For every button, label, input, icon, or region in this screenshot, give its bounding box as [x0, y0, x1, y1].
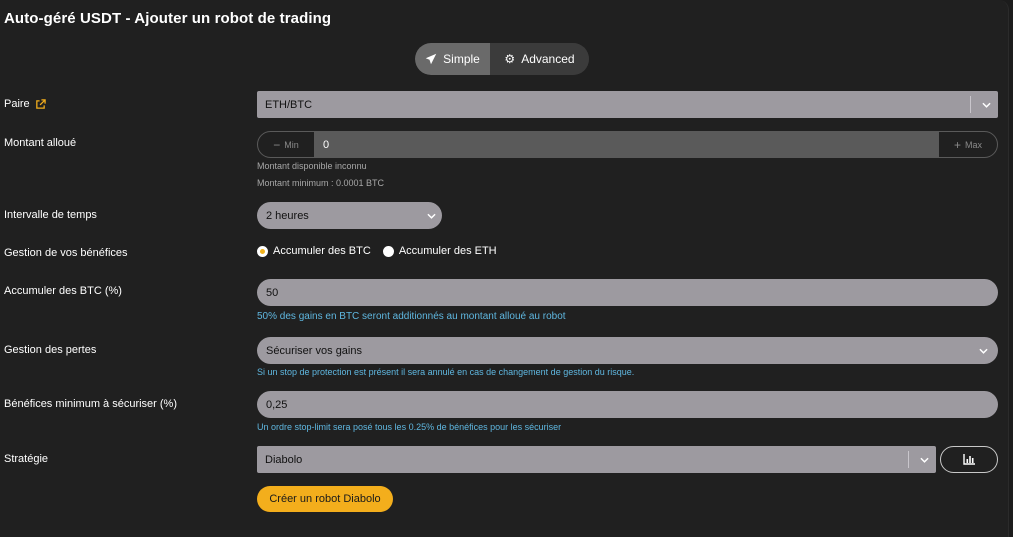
mode-toggle: Simple ⚙ Advanced — [415, 43, 589, 75]
strategy-select[interactable]: Diabolo — [257, 446, 936, 473]
robot-form-panel: Auto-géré USDT - Ajouter un robot de tra… — [0, 0, 1009, 537]
strategy-label: Stratégie — [4, 453, 49, 465]
accumulate-value: 50 — [266, 286, 279, 299]
losses-value: Sécuriser vos gains — [266, 344, 362, 357]
bar-chart-icon — [962, 454, 975, 465]
pair-label: Paire — [4, 98, 30, 110]
pair-label-row: Paire — [4, 98, 46, 110]
amount-available-hint: Montant disponible inconnu — [257, 161, 367, 171]
accumulate-btc-radio[interactable]: Accumuler des BTC — [257, 245, 371, 257]
interval-select[interactable]: 2 heures — [257, 202, 442, 229]
pair-select[interactable]: ETH/BTC — [257, 91, 998, 118]
accumulate-note: 50% des gains en BTC seront additionnés … — [257, 311, 566, 322]
paper-plane-icon — [425, 53, 437, 65]
chevron-down-icon — [427, 202, 436, 229]
min-profit-input[interactable]: 0,25 — [257, 391, 998, 418]
strategy-chart-button[interactable] — [940, 446, 998, 473]
min-profit-value: 0,25 — [266, 398, 288, 411]
max-button[interactable]: + Max — [938, 132, 997, 157]
create-robot-button[interactable]: Créer un robot Diabolo — [257, 486, 393, 512]
strategy-value: Diabolo — [265, 453, 303, 466]
losses-select[interactable]: Sécuriser vos gains — [257, 337, 998, 364]
accumulate-eth-radio[interactable]: Accumuler des ETH — [382, 245, 497, 257]
losses-label: Gestion des pertes — [4, 344, 97, 356]
interval-value: 2 heures — [266, 209, 309, 222]
minus-icon: − — [273, 137, 281, 152]
simple-mode-button[interactable]: Simple — [415, 43, 490, 75]
advanced-mode-label: Advanced — [521, 52, 575, 66]
amount-stepper: − Min 0 + Max — [257, 131, 998, 158]
min-profit-label: Bénéfices minimum à sécuriser (%) — [4, 398, 177, 410]
chevron-down-icon — [979, 337, 988, 364]
page-title: Auto-géré USDT - Ajouter un robot de tra… — [4, 10, 332, 27]
gear-icon: ⚙ — [504, 52, 516, 66]
advanced-mode-button[interactable]: ⚙ Advanced — [490, 43, 589, 75]
profits-radio-group: Accumuler des BTC Accumuler des ETH — [257, 245, 497, 257]
min-label: Min — [284, 139, 299, 150]
amount-input[interactable]: 0 — [314, 132, 938, 157]
losses-note: Si un stop de protection est présent il … — [257, 367, 635, 377]
chevron-down-icon — [974, 91, 998, 118]
plus-icon: + — [953, 137, 961, 152]
external-link-icon[interactable] — [35, 98, 46, 110]
accumulate-eth-label: Accumuler des ETH — [398, 245, 497, 257]
min-profit-note: Un ordre stop-limit sera posé tous les 0… — [257, 422, 562, 432]
accumulate-label: Accumuler des BTC (%) — [4, 285, 122, 297]
amount-label: Montant alloué — [4, 137, 77, 149]
accumulate-input[interactable]: 50 — [257, 279, 998, 306]
chevron-down-icon — [912, 446, 936, 473]
amount-minimum-hint: Montant minimum : 0.0001 BTC — [257, 178, 385, 188]
accumulate-btc-label: Accumuler des BTC — [273, 245, 371, 257]
radio-unselected-icon — [382, 245, 394, 257]
radio-selected-icon — [257, 245, 268, 257]
min-button[interactable]: − Min — [258, 132, 314, 157]
profits-label: Gestion de vos bénéfices — [4, 247, 128, 259]
select-divider — [908, 451, 909, 468]
pair-value: ETH/BTC — [265, 98, 313, 111]
interval-label: Intervalle de temps — [4, 209, 97, 221]
select-divider — [970, 96, 971, 113]
max-label: Max — [965, 139, 983, 150]
simple-mode-label: Simple — [443, 52, 480, 66]
